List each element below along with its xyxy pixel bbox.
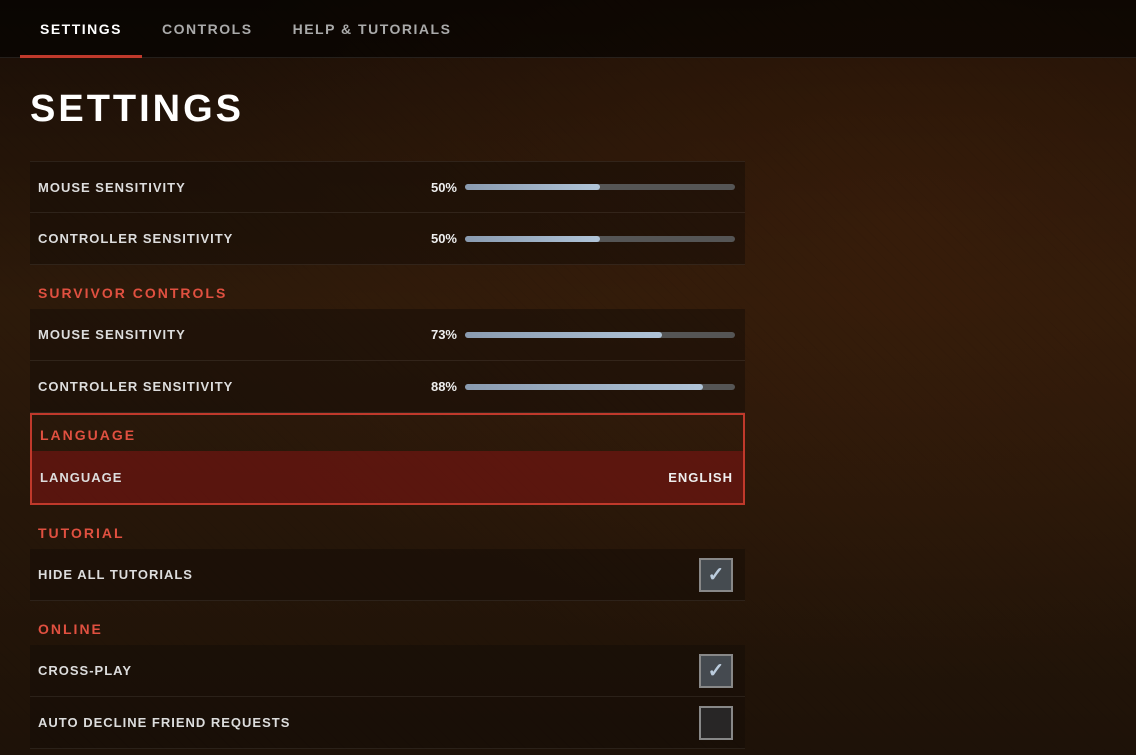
right-area: ▲ ENGLISH ESPAÑOL ESPAÑOL (MÉXICO) xyxy=(745,58,1136,755)
controller-sensitivity-row: CONTROLLER SENSITIVITY 50% xyxy=(30,213,745,265)
survivor-mouse-value: 73% xyxy=(417,327,457,342)
mouse-sensitivity-fill xyxy=(465,184,600,190)
auto-decline-row: AUTO DECLINE FRIEND REQUESTS xyxy=(30,697,745,749)
language-section-header: LANGUAGE xyxy=(32,415,743,451)
cross-play-row: CROSS-PLAY xyxy=(30,645,745,697)
nav-item-controls[interactable]: CONTROLS xyxy=(142,0,273,58)
survivor-mouse-slider[interactable]: 73% xyxy=(417,327,735,342)
controller-sensitivity-label: CONTROLLER SENSITIVITY xyxy=(38,231,417,246)
survivor-mouse-track[interactable] xyxy=(465,332,735,338)
nav-item-settings[interactable]: SETTINGS xyxy=(20,0,142,58)
survivor-mouse-fill xyxy=(465,332,662,338)
hide-tutorials-checkbox[interactable] xyxy=(697,556,735,594)
survivor-controller-label: CONTROLLER SENSITIVITY xyxy=(38,379,417,394)
settings-panel: SETTINGS MOUSE SENSITIVITY 50% CONTROLLE… xyxy=(0,58,745,755)
tutorial-section-header: TUTORIAL xyxy=(30,505,745,549)
survivor-controller-value: 88% xyxy=(417,379,457,394)
nav-item-help[interactable]: HELP & TUTORIALS xyxy=(273,0,472,58)
language-section: LANGUAGE LANGUAGE ENGLISH xyxy=(30,413,745,505)
controller-sensitivity-value: 50% xyxy=(417,231,457,246)
nav-label-help: HELP & TUTORIALS xyxy=(293,21,452,37)
language-label: LANGUAGE xyxy=(40,470,668,485)
auto-decline-checkbox[interactable] xyxy=(697,704,735,742)
cross-play-check-mark xyxy=(699,654,733,688)
page-title: SETTINGS xyxy=(30,88,745,131)
top-navigation: SETTINGS CONTROLS HELP & TUTORIALS xyxy=(0,0,1136,58)
language-row[interactable]: LANGUAGE ENGLISH xyxy=(32,451,743,503)
mouse-sensitivity-track[interactable] xyxy=(465,184,735,190)
survivor-controller-fill xyxy=(465,384,703,390)
survivor-controls-header: SURVIVOR CONTROLS xyxy=(30,265,745,309)
controller-sensitivity-track[interactable] xyxy=(465,236,735,242)
controller-sensitivity-slider[interactable]: 50% xyxy=(417,231,735,246)
mouse-sensitivity-label: MOUSE SENSITIVITY xyxy=(38,180,417,195)
language-value: ENGLISH xyxy=(668,470,733,485)
nav-label-settings: SETTINGS xyxy=(40,21,122,37)
cross-play-checkbox[interactable] xyxy=(697,652,735,690)
nav-label-controls: CONTROLS xyxy=(162,21,253,37)
survivor-mouse-label: MOUSE SENSITIVITY xyxy=(38,327,417,342)
mouse-sensitivity-slider[interactable]: 50% xyxy=(417,180,735,195)
hide-tutorials-label: HIDE ALL TUTORIALS xyxy=(38,567,697,582)
auto-decline-check-mark xyxy=(699,706,733,740)
survivor-mouse-sensitivity-row: MOUSE SENSITIVITY 73% xyxy=(30,309,745,361)
hide-tutorials-check-mark xyxy=(699,558,733,592)
survivor-controller-track[interactable] xyxy=(465,384,735,390)
survivor-controller-row: CONTROLLER SENSITIVITY 88% xyxy=(30,361,745,413)
online-section-header: ONLINE xyxy=(30,601,745,645)
main-area: SETTINGS MOUSE SENSITIVITY 50% CONTROLLE… xyxy=(0,58,1136,755)
survivor-controller-slider[interactable]: 88% xyxy=(417,379,735,394)
controller-sensitivity-fill xyxy=(465,236,600,242)
cross-play-label: CROSS-PLAY xyxy=(38,663,697,678)
auto-decline-label: AUTO DECLINE FRIEND REQUESTS xyxy=(38,715,697,730)
hide-tutorials-row: HIDE ALL TUTORIALS xyxy=(30,549,745,601)
mouse-sensitivity-value: 50% xyxy=(417,180,457,195)
mouse-sensitivity-row: MOUSE SENSITIVITY 50% xyxy=(30,161,745,213)
